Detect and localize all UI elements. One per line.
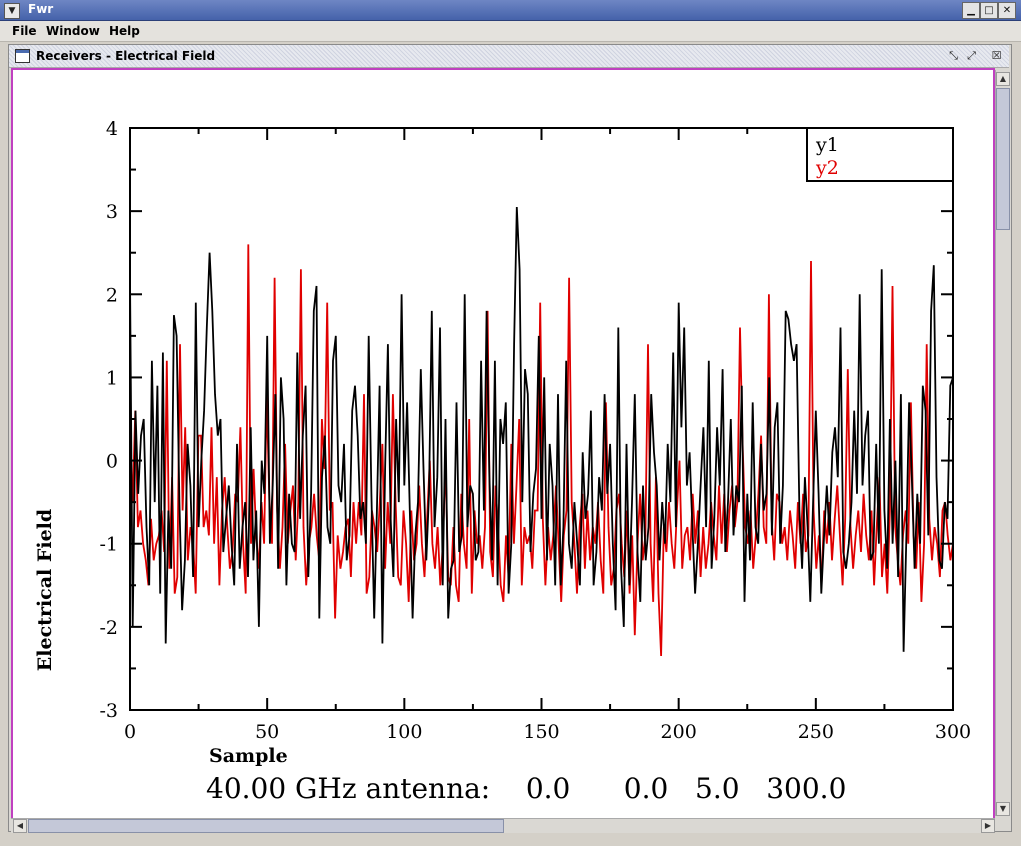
menu-help[interactable]: Help: [109, 24, 140, 38]
x-tick-label: 0: [124, 721, 136, 743]
close-inner-icon[interactable]: ☒: [989, 48, 1004, 63]
menu-bar: File Window Help: [0, 21, 1021, 42]
legend-entry-y2: y2: [815, 157, 839, 179]
plot-area: 0 50 100 150 200 250 300 -3 -2 -1 0 1 2 3 4 Sample Ele…: [11, 68, 995, 820]
line-chart: 0 50 100 150 200 250 300 -3 -2 -1 0 1 2 3 4 Sample Ele…: [34, 118, 971, 805]
y-tick-label: 2: [106, 284, 118, 306]
x-axis-label: Sample: [209, 745, 288, 767]
menu-file[interactable]: File: [12, 24, 37, 38]
y-axis-label: Electrical Field: [34, 509, 56, 671]
inner-window-title-bar: Receivers - Electrical Field ⤡ ⤢ ☒: [9, 45, 1009, 68]
x-tick-label: 100: [386, 721, 422, 743]
chart-caption: 40.00 GHz antenna: 0.0 0.0 5.0 300.0: [206, 772, 846, 805]
y-tick-label: -2: [99, 617, 118, 639]
x-tick-label: 200: [661, 721, 697, 743]
x-tick-label: 150: [523, 721, 559, 743]
maximize-inner-icon[interactable]: ⤢: [964, 48, 979, 63]
x-tick-label: 250: [798, 721, 834, 743]
y-tick-label: -3: [99, 700, 118, 722]
scroll-down-icon[interactable]: ▼: [996, 802, 1010, 816]
restore-icon[interactable]: ⤡: [946, 48, 961, 63]
x-tick-label: 50: [255, 721, 279, 743]
minimize-icon[interactable]: ▁: [962, 2, 980, 19]
inner-window-title: Receivers - Electrical Field: [36, 49, 216, 63]
vertical-scroll-thumb[interactable]: [996, 88, 1010, 230]
chevron-down-icon[interactable]: ▼: [4, 3, 20, 19]
y-tick-label: 1: [106, 367, 118, 389]
x-tick-label: 300: [935, 721, 971, 743]
y-tick-label: 4: [106, 118, 118, 140]
scroll-left-icon[interactable]: ◀: [13, 819, 27, 833]
window-icon: [15, 49, 30, 63]
window-title-bar: ▼ Fwr ▁ □ ✕: [0, 0, 1021, 21]
y-tick-label: -1: [99, 534, 118, 556]
scroll-up-icon[interactable]: ▲: [996, 72, 1010, 86]
maximize-icon[interactable]: □: [980, 2, 998, 19]
legend-entry-y1: y1: [815, 134, 839, 156]
series-line-y2: [129, 244, 954, 657]
horizontal-scroll-thumb[interactable]: [28, 819, 504, 833]
close-icon[interactable]: ✕: [998, 2, 1016, 19]
window-title: Fwr: [28, 2, 54, 16]
y-tick-label: 3: [106, 201, 118, 223]
menu-window[interactable]: Window: [46, 24, 100, 38]
scroll-right-icon[interactable]: ▶: [981, 819, 995, 833]
legend: y1 y2: [806, 127, 954, 182]
y-tick-label: 0: [106, 451, 118, 473]
